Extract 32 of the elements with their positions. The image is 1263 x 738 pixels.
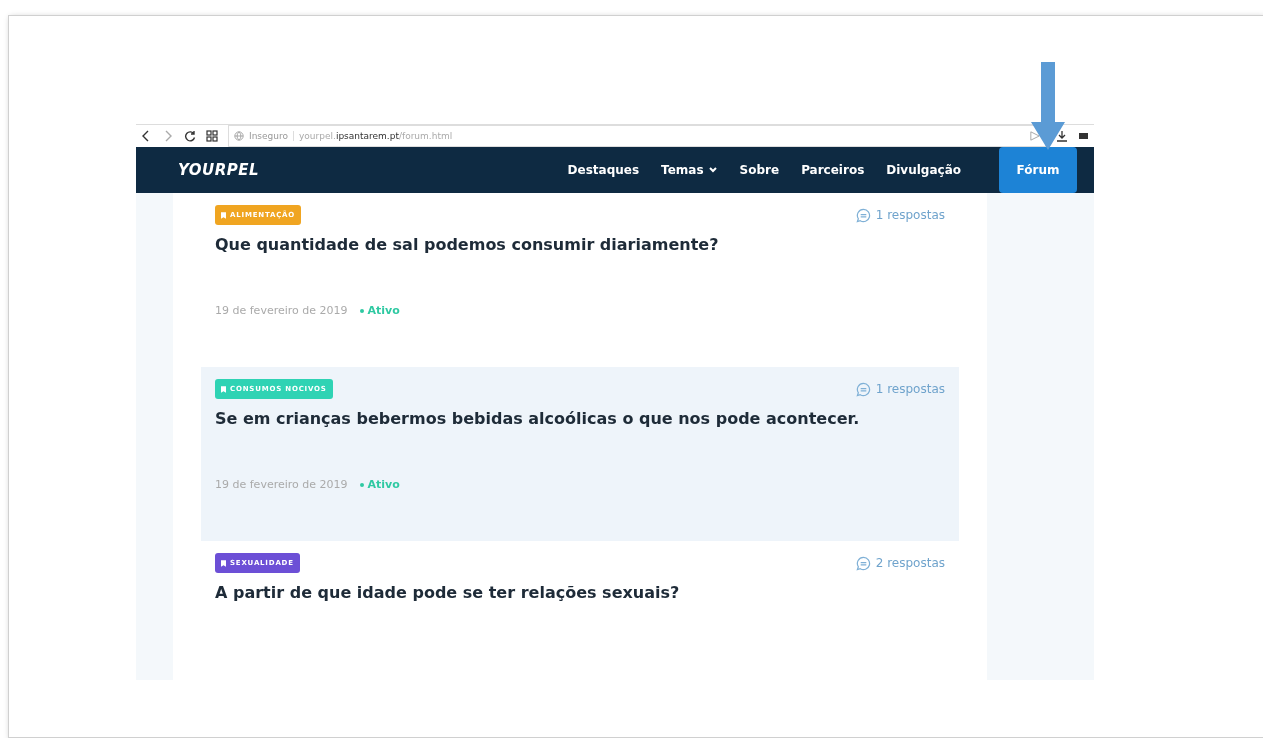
bookmark-icon — [221, 559, 226, 567]
nav-link[interactable]: Parceiros — [801, 163, 865, 177]
topic-date: 19 de fevereiro de 2019 — [215, 304, 348, 317]
topic-title[interactable]: Se em crianças bebermos bebidas alcoólicas o que nos pode acontecer. — [215, 409, 945, 428]
address-bar[interactable]: Inseguro yourpel.ipsantarem.pt/forum.html — [228, 125, 1046, 147]
comment-icon — [855, 381, 871, 397]
url-text: yourpel.ipsantarem.pt/forum.html — [299, 131, 453, 141]
comment-icon — [855, 555, 871, 571]
globe-icon — [234, 131, 244, 141]
security-label: Inseguro — [249, 131, 294, 141]
nav-link[interactable]: Divulgação — [886, 163, 961, 177]
topic-date: 19 de fevereiro de 2019 — [215, 478, 348, 491]
forum-button[interactable]: Fórum — [999, 147, 1077, 193]
grid-icon[interactable] — [206, 130, 218, 142]
reload-icon[interactable] — [184, 130, 196, 142]
topic-title[interactable]: Que quantidade de sal podemos consumir diariamente? — [215, 235, 945, 254]
topic-title[interactable]: A partir de que idade pode se ter relações sexuais? — [215, 583, 945, 602]
battery-icon — [1078, 130, 1090, 142]
status-dot-icon — [359, 482, 364, 487]
site-logo[interactable]: YOURPEL — [178, 161, 260, 179]
bookmark-icon — [221, 211, 226, 219]
comment-icon — [855, 207, 871, 223]
send-icon[interactable] — [1030, 131, 1040, 141]
status-dot-icon — [359, 308, 364, 313]
bookmark-icon — [221, 385, 226, 393]
nav-link[interactable]: Sobre — [739, 163, 780, 177]
status-label: Ativo — [359, 478, 400, 491]
download-icon[interactable] — [1056, 130, 1068, 142]
nav-link[interactable]: Destaques — [567, 163, 640, 177]
nav-link[interactable]: Temas — [661, 163, 718, 177]
chevron-down-icon[interactable] — [707, 165, 718, 175]
status-label: Ativo — [359, 304, 400, 317]
